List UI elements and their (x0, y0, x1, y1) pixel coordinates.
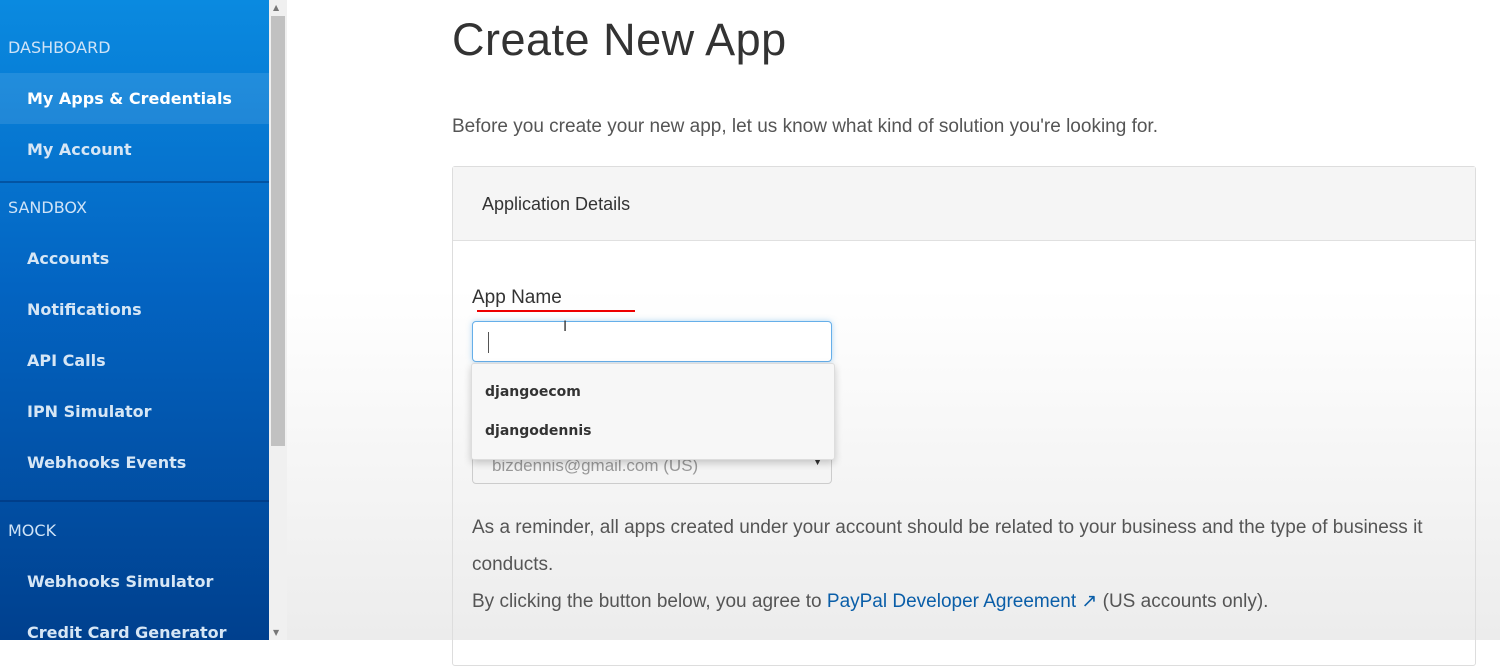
sidebar-scrollbar[interactable]: ▲ ▼ (269, 0, 287, 640)
page-title: Create New App (452, 14, 787, 65)
sidebar: DASHBOARD My Apps & Credentials My Accou… (0, 0, 269, 640)
agree-suffix: (US accounts only). (1097, 591, 1269, 612)
panel-title: Application Details (453, 167, 1475, 241)
sidebar-item-api-calls[interactable]: API Calls (0, 335, 269, 386)
intro-text: Before you create your new app, let us k… (452, 116, 1158, 137)
autocomplete-dropdown: djangoecom djangodennis (471, 363, 835, 460)
agreement-text: By clicking the button below, you agree … (472, 583, 1462, 620)
agree-prefix: By clicking the button below, you agree … (472, 591, 827, 612)
red-underline-annotation (477, 310, 635, 312)
scroll-up-icon[interactable]: ▲ (273, 3, 279, 12)
text-caret (488, 332, 489, 353)
sidebar-item-accounts[interactable]: Accounts (0, 233, 269, 284)
external-link-icon: ↗ (1076, 591, 1098, 612)
main-content: Create New App Before you create your ne… (452, 0, 1500, 666)
section-dashboard: DASHBOARD (8, 38, 111, 57)
sidebar-item-webhooks-events[interactable]: Webhooks Events (0, 437, 269, 488)
autocomplete-option[interactable]: djangodennis (472, 416, 834, 455)
app-name-label: App Name (472, 287, 562, 308)
autocomplete-option[interactable]: djangoecom (472, 377, 834, 416)
sidebar-item-credit-card-generator[interactable]: Credit Card Generator (0, 607, 269, 640)
sidebar-item-my-apps[interactable]: My Apps & Credentials (0, 73, 269, 124)
sidebar-item-my-account[interactable]: My Account (0, 124, 269, 175)
scrollbar-thumb[interactable] (271, 16, 285, 446)
section-sandbox: SANDBOX (8, 198, 87, 217)
section-mock: MOCK (8, 521, 57, 540)
sidebar-item-ipn-simulator[interactable]: IPN Simulator (0, 386, 269, 437)
app-name-input[interactable]: I (472, 319, 832, 362)
ibeam-cursor-icon: I (563, 319, 568, 335)
sidebar-item-webhooks-simulator[interactable]: Webhooks Simulator (0, 556, 269, 607)
divider (0, 500, 269, 502)
developer-agreement-link[interactable]: PayPal Developer Agreement (827, 591, 1076, 612)
scroll-down-icon[interactable]: ▼ (273, 628, 279, 637)
application-details-panel: Application Details App Name I bizdennis… (452, 166, 1476, 666)
reminder-text: As a reminder, all apps created under yo… (472, 509, 1462, 620)
reminder: As a reminder, all apps created under yo… (472, 517, 1423, 575)
sidebar-item-notifications[interactable]: Notifications (0, 284, 269, 335)
